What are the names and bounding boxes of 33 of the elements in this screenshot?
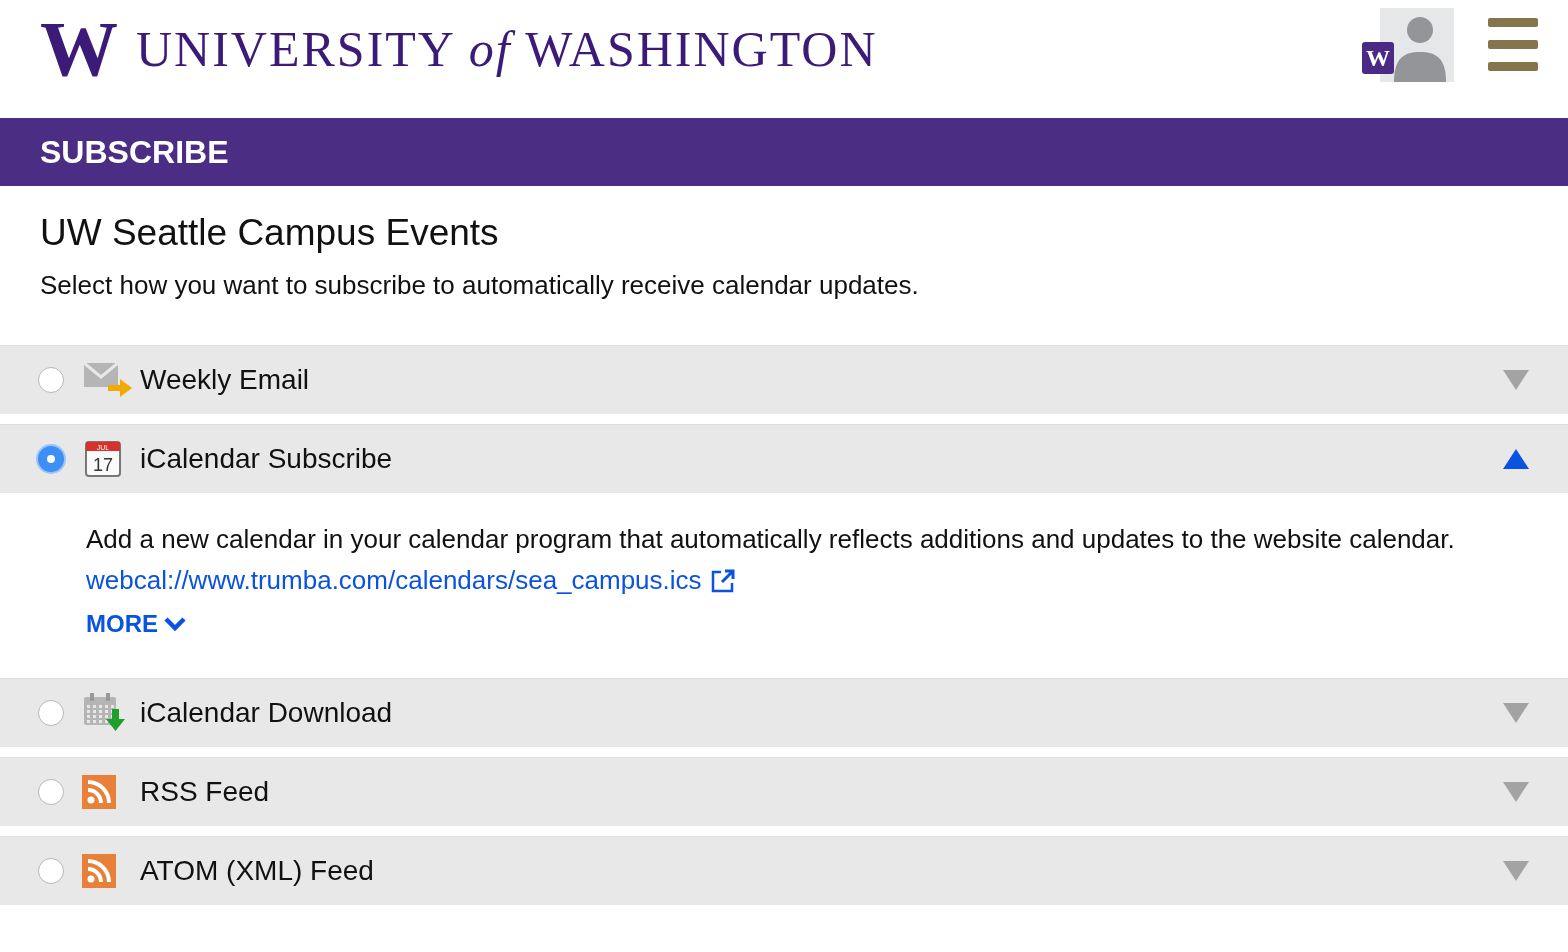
radio-button[interactable] [38, 367, 64, 393]
option-description: Add a new calendar in your calendar program that automatically reflects additions and updates to the website calendar. [86, 523, 1456, 556]
option-label: Weekly Email [140, 364, 311, 396]
external-link-icon[interactable] [709, 567, 736, 594]
avatar-badge: W [1362, 42, 1394, 74]
option-label: iCalendar Download [140, 697, 394, 729]
radio-button[interactable] [38, 700, 64, 726]
option-label: ATOM (XML) Feed [140, 855, 375, 887]
option-label: RSS Feed [140, 776, 271, 808]
radio-button[interactable] [38, 858, 64, 884]
collapse-arrow-icon[interactable] [1502, 447, 1530, 471]
expand-arrow-icon[interactable] [1502, 368, 1530, 392]
more-button[interactable]: MORE [86, 610, 186, 638]
option-row[interactable]: ATOM (XML) Feed [0, 836, 1568, 905]
expand-arrow-icon[interactable] [1502, 859, 1530, 883]
radio-button[interactable] [38, 779, 64, 805]
logo-mark: W [40, 10, 118, 88]
page-heading: UW Seattle Campus Events [40, 212, 500, 254]
rss-icon [82, 854, 116, 888]
expand-arrow-icon[interactable] [1502, 701, 1530, 725]
calendar-link[interactable]: webcal://www.trumba.com/calendars/sea_campus.ics [86, 565, 702, 596]
option-label: iCalendar Subscribe [140, 443, 394, 475]
banner-title: SUBSCRIBE [40, 133, 229, 171]
logo-wordmark: UNIVERSITY of WASHINGTON [136, 20, 878, 78]
rss-icon [82, 775, 116, 809]
intro-text: Select how you want to subscribe to automatically receive calendar updates. [40, 270, 920, 301]
email-arrow-icon [82, 361, 134, 399]
chevron-down-icon [164, 616, 186, 632]
radio-button[interactable] [38, 446, 64, 472]
option-row[interactable]: Weekly Email [0, 345, 1568, 414]
expand-arrow-icon[interactable] [1502, 780, 1530, 804]
option-row[interactable]: iCalendar Download [0, 678, 1568, 747]
option-row[interactable]: RSS Feed [0, 757, 1568, 826]
